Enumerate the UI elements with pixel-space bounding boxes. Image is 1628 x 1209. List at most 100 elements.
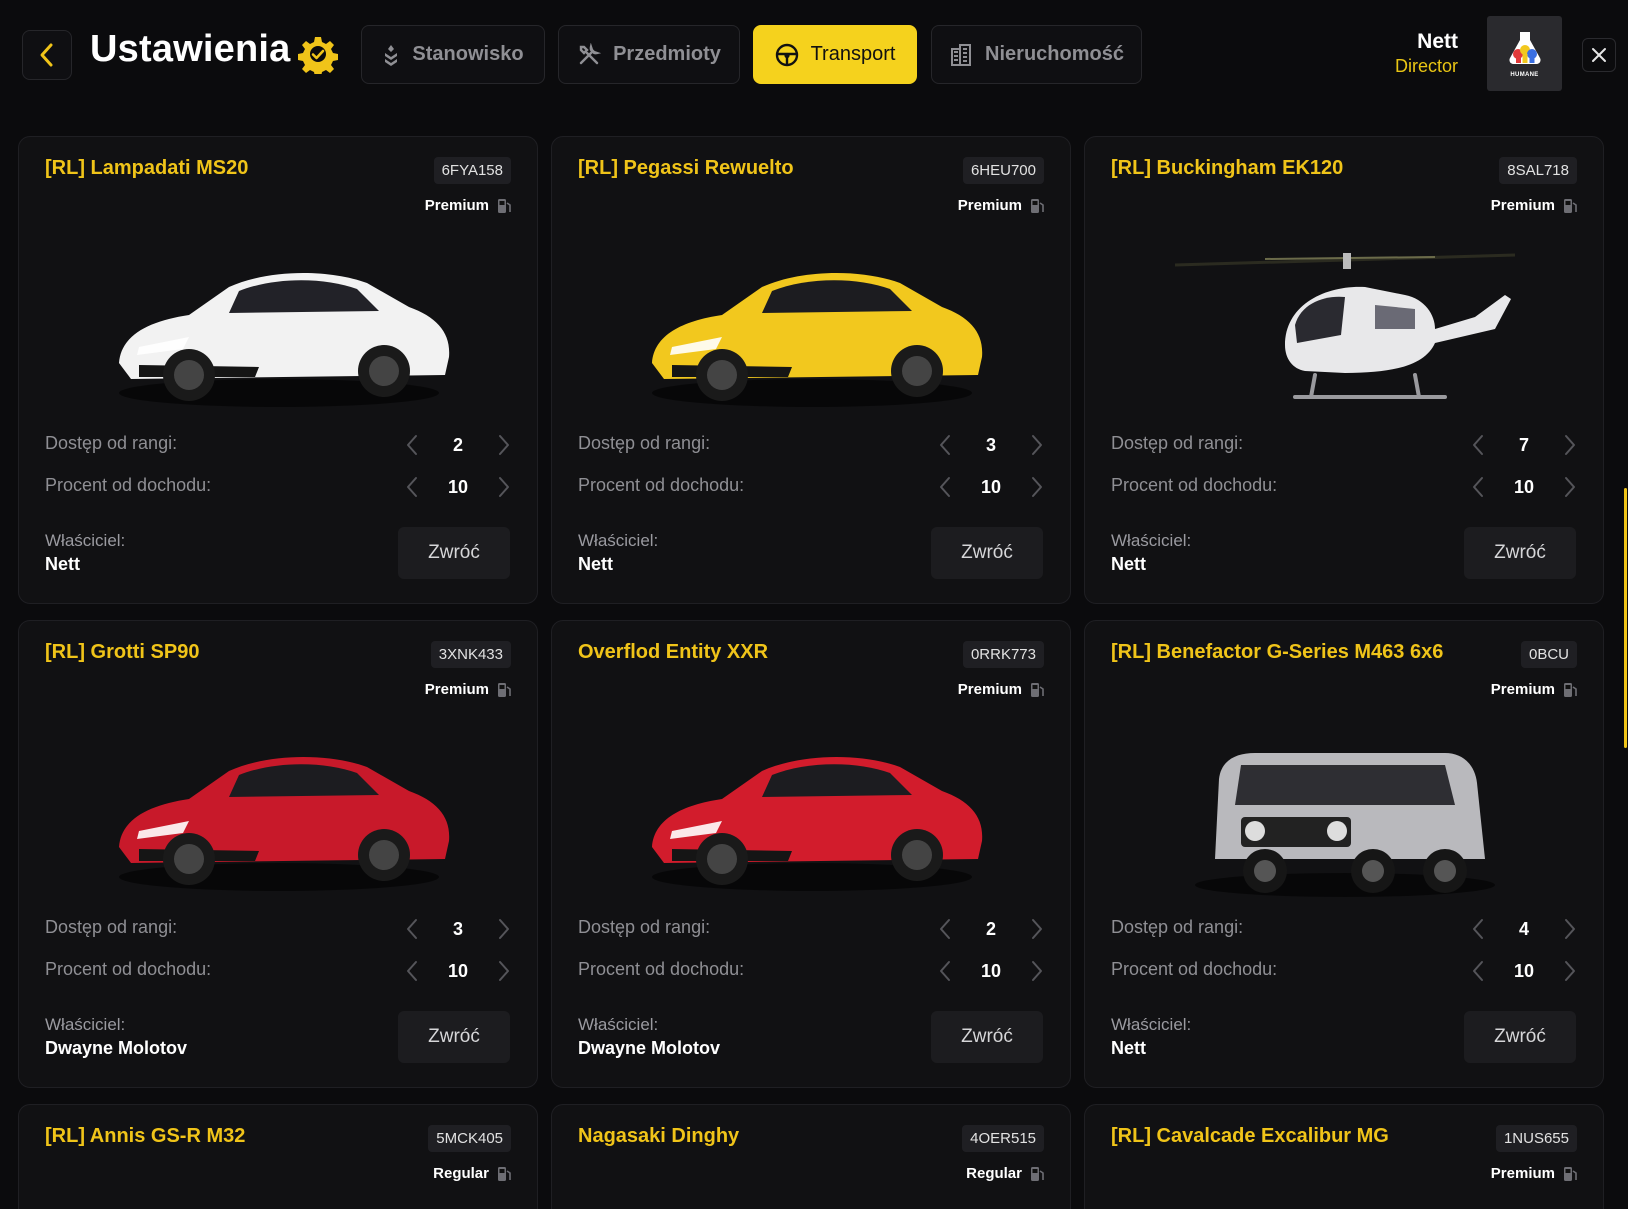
- back-button[interactable]: [22, 30, 72, 80]
- vehicle-class-label: Premium: [424, 681, 489, 698]
- top-bar: Ustawienia Stanowisko Przedmioty Transpo…: [0, 0, 1628, 110]
- percent-stepper: 10: [936, 472, 1046, 502]
- vehicle-class-label: Premium: [1490, 681, 1555, 698]
- tab-przedmioty[interactable]: Przedmioty: [558, 25, 740, 84]
- rank-stepper: 4: [1469, 914, 1579, 944]
- owner-label: Właściciel:: [578, 531, 659, 550]
- rank-decrease-button[interactable]: [1469, 433, 1487, 457]
- percent-increase-button[interactable]: [1028, 959, 1046, 983]
- vehicle-class: Premium: [958, 681, 1044, 698]
- tab-stanowisko[interactable]: Stanowisko: [361, 25, 545, 84]
- percent-decrease-button[interactable]: [403, 959, 421, 983]
- vehicle-image: [1145, 225, 1545, 425]
- percent-increase-button[interactable]: [1028, 475, 1046, 499]
- chevron-right-icon: [499, 961, 509, 981]
- rank-increase-button[interactable]: [1561, 433, 1579, 457]
- rank-increase-button[interactable]: [495, 917, 513, 941]
- chevron-left-icon: [1473, 919, 1483, 939]
- vehicle-name: [RL] Cavalcade Excalibur MG: [1111, 1125, 1389, 1147]
- rank-label: Dostęp od rangi:: [1111, 433, 1244, 453]
- rank-decrease-button[interactable]: [403, 917, 421, 941]
- percent-decrease-button[interactable]: [1469, 959, 1487, 983]
- owner-name: Nett: [1111, 1038, 1146, 1058]
- scrollbar-thumb[interactable]: [1624, 488, 1627, 748]
- vehicle-card: [RL] Lampadati MS20 6FYA158 Premium Dost…: [18, 136, 538, 604]
- rank-stepper: 2: [403, 430, 513, 460]
- percent-stepper: 10: [1469, 472, 1579, 502]
- rank-value: 4: [1518, 918, 1529, 939]
- vehicle-name: [RL] Lampadati MS20: [45, 157, 249, 179]
- vehicle-class-label: Premium: [1490, 1165, 1555, 1182]
- rank-decrease-button[interactable]: [403, 433, 421, 457]
- percent-label: Procent od dochodu:: [578, 959, 745, 979]
- tools-icon: [579, 42, 602, 64]
- owner-name: Dwayne Molotov: [45, 1038, 188, 1058]
- vehicle-card: [RL] Grotti SP90 3XNK433 Premium Dostęp …: [18, 620, 538, 1088]
- owner-name: Nett: [45, 554, 80, 574]
- vehicle-class: Premium: [425, 197, 511, 214]
- rank-value: 2: [985, 918, 996, 939]
- rank-decrease-button[interactable]: [936, 917, 954, 941]
- percent-stepper: 10: [403, 472, 513, 502]
- fuel-icon: [1031, 198, 1044, 213]
- percent-decrease-button[interactable]: [1469, 475, 1487, 499]
- return-button[interactable]: Zwróć: [931, 1011, 1043, 1063]
- vehicle-name: [RL] Buckingham EK120: [1111, 157, 1344, 179]
- rank-stepper: 2: [936, 914, 1046, 944]
- chevron-right-icon: [499, 435, 509, 455]
- percent-decrease-button[interactable]: [936, 959, 954, 983]
- chevron-right-icon: [1032, 961, 1042, 981]
- vehicle-image: [1145, 709, 1545, 909]
- chevron-right-icon: [1565, 961, 1575, 981]
- percent-decrease-button[interactable]: [403, 475, 421, 499]
- license-plate: 6FYA158: [433, 157, 511, 184]
- vehicle-class-label: Premium: [957, 197, 1022, 214]
- rank-decrease-button[interactable]: [1469, 917, 1487, 941]
- user-name: Nett: [1417, 30, 1458, 53]
- chevron-left-icon: [940, 961, 950, 981]
- rank-increase-button[interactable]: [1028, 917, 1046, 941]
- percent-increase-button[interactable]: [1561, 475, 1579, 499]
- vehicle-class: Premium: [958, 197, 1044, 214]
- rank-value: 3: [985, 434, 996, 455]
- percent-label: Procent od dochodu:: [578, 475, 745, 495]
- return-button[interactable]: Zwróć: [1464, 1011, 1576, 1063]
- rank-stepper: 3: [936, 430, 1046, 460]
- fuel-icon: [1564, 1166, 1577, 1181]
- return-button[interactable]: Zwróć: [1464, 527, 1576, 579]
- organization-logo-icon: [1508, 31, 1541, 64]
- owner-name: Nett: [578, 554, 613, 574]
- owner-label: Właściciel:: [45, 1015, 126, 1034]
- percent-stepper: 10: [1469, 956, 1579, 986]
- return-button[interactable]: Zwróć: [398, 1011, 510, 1063]
- tab-transport[interactable]: Transport: [753, 25, 917, 84]
- rank-value: 2: [452, 434, 463, 455]
- rank-label: Dostęp od rangi:: [45, 917, 178, 937]
- rank-label: Dostęp od rangi:: [578, 917, 711, 937]
- percent-increase-button[interactable]: [495, 475, 513, 499]
- return-button[interactable]: Zwróć: [931, 527, 1043, 579]
- percent-label: Procent od dochodu:: [45, 959, 212, 979]
- percent-increase-button[interactable]: [495, 959, 513, 983]
- vehicle-card: [RL] Annis GS-R M32 5MCK405 Regular: [18, 1104, 538, 1209]
- tab-nieruchomosc[interactable]: Nieruchomość: [931, 25, 1142, 84]
- chevron-left-icon: [407, 919, 417, 939]
- close-button[interactable]: [1582, 38, 1616, 72]
- percent-decrease-button[interactable]: [936, 475, 954, 499]
- percent-label: Procent od dochodu:: [1111, 959, 1278, 979]
- license-plate: 6HEU700: [962, 157, 1044, 184]
- vehicle-class-label: Premium: [957, 681, 1022, 698]
- return-button[interactable]: Zwróć: [398, 527, 510, 579]
- rank-increase-button[interactable]: [495, 433, 513, 457]
- vehicle-image: [79, 225, 479, 425]
- vehicle-name: [RL] Annis GS-R M32: [45, 1125, 246, 1147]
- rank-increase-button[interactable]: [1561, 917, 1579, 941]
- owner-label: Właściciel:: [45, 531, 126, 550]
- percent-label: Procent od dochodu:: [45, 475, 212, 495]
- rank-decrease-button[interactable]: [936, 433, 954, 457]
- fuel-icon: [1031, 682, 1044, 697]
- vehicle-class-label: Premium: [424, 197, 489, 214]
- percent-increase-button[interactable]: [1561, 959, 1579, 983]
- percent-stepper: 10: [403, 956, 513, 986]
- rank-increase-button[interactable]: [1028, 433, 1046, 457]
